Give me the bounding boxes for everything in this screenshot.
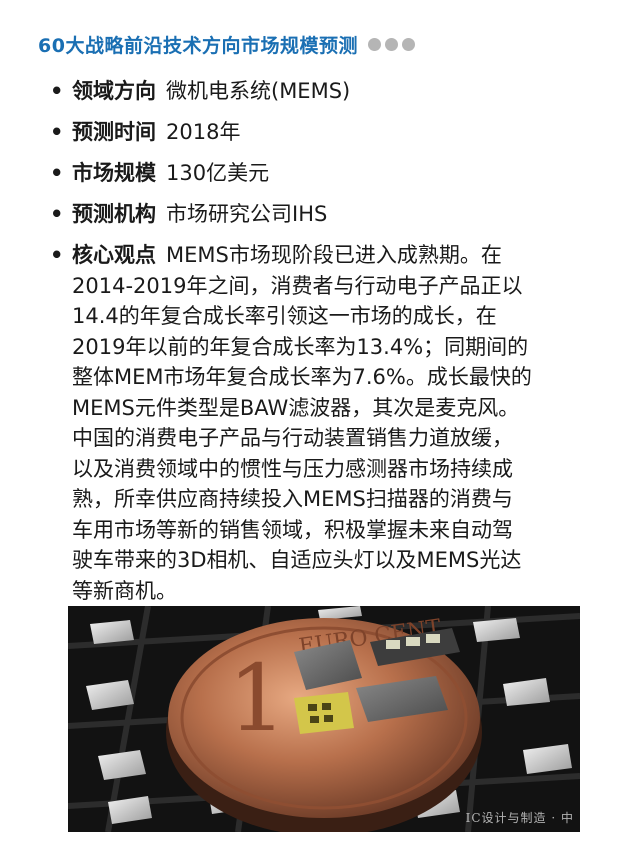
item-value: 2018年 [166, 120, 241, 144]
item-label: 预测时间 [72, 120, 156, 144]
core-line: MEMS市场现阶段已进入成熟期。在 [166, 243, 502, 267]
bullet-icon: • [50, 243, 64, 267]
item-value: 130亿美元 [166, 161, 270, 185]
watermark-text: IC设计与制造 · 中 [465, 811, 574, 825]
section-header: 60大战略前沿技术方向市场规模预测 [38, 28, 415, 60]
photo-illustration: 1 EURO CENT [68, 606, 580, 832]
core-line: 车用市场等新的销售领域，积极掌握未来自动驾 [72, 517, 513, 542]
bullet-icon: • [50, 120, 64, 144]
list-item-core-view: • 核心观点 MEMS市场现阶段已进入成熟期。在 2014-2019年之间，消费者与… [50, 240, 610, 606]
item-value: 微机电系统(MEMS) [166, 79, 351, 103]
list-item-market-size: • 市场规模 130亿美元 [50, 158, 610, 189]
core-line: 14.4的年复合成长率引领这一市场的成长，在 [72, 304, 497, 328]
core-line: 驶车带来的3D相机、自适应头灯以及MEMS光达 [72, 548, 522, 572]
dot-icon [401, 37, 415, 51]
item-label: 预测机构 [72, 202, 156, 226]
list-item-field: • 领域方向 微机电系统(MEMS) [50, 76, 610, 107]
list-item-forecast-time: • 预测时间 2018年 [50, 117, 610, 148]
coin-numeral: 1 [228, 645, 287, 752]
bullet-icon: • [50, 202, 64, 226]
info-list: • 领域方向 微机电系统(MEMS) • 预测时间 2018年 • 市场规模 130亿… [50, 76, 610, 616]
item-label: 市场规模 [72, 161, 156, 185]
item-value: 市场研究公司IHS [166, 202, 328, 226]
mems-coin-photo: 1 EURO CENT IC设计与制造 · 中 [68, 606, 580, 832]
item-label: 领域方向 [72, 79, 156, 103]
item-label: 核心观点 [72, 243, 156, 267]
bullet-icon: • [50, 79, 64, 103]
core-line: 以及消费领域中的惯性与压力感测器市场持续成 [72, 456, 513, 481]
core-line: 2014-2019年之间，消费者与行动电子产品正以 [72, 273, 523, 298]
core-line: 等新商机。 [72, 578, 177, 603]
core-line: MEMS元件类型是BAW滤波器，其次是麦克风。 [72, 395, 520, 420]
dot-icon [384, 37, 398, 51]
page: 60大战略前沿技术方向市场规模预测 • 领域方向 微机电系统(MEMS) • 预测… [0, 0, 640, 853]
bullet-icon: • [50, 161, 64, 185]
core-line: 2019年以前的年复合成长率为13.4%；同期间的 [72, 334, 529, 359]
list-item-forecast-agency: • 预测机构 市场研究公司IHS [50, 199, 610, 230]
core-view-text: MEMS市场现阶段已进入成熟期。在 2014-2019年之间，消费者与行动电子产品… [72, 243, 532, 603]
section-title: 60大战略前沿技术方向市场规模预测 [38, 34, 358, 57]
dot-icon [367, 37, 381, 51]
core-line: 熟，所幸供应商持续投入MEMS扫描器的消费与 [72, 487, 513, 511]
core-line: 中国的消费电子产品与行动装置销售力道放缓， [72, 426, 513, 450]
core-line: 整体MEM市场年复合成长率为7.6%。成长最快的 [72, 365, 532, 389]
dots-decoration [367, 37, 415, 51]
